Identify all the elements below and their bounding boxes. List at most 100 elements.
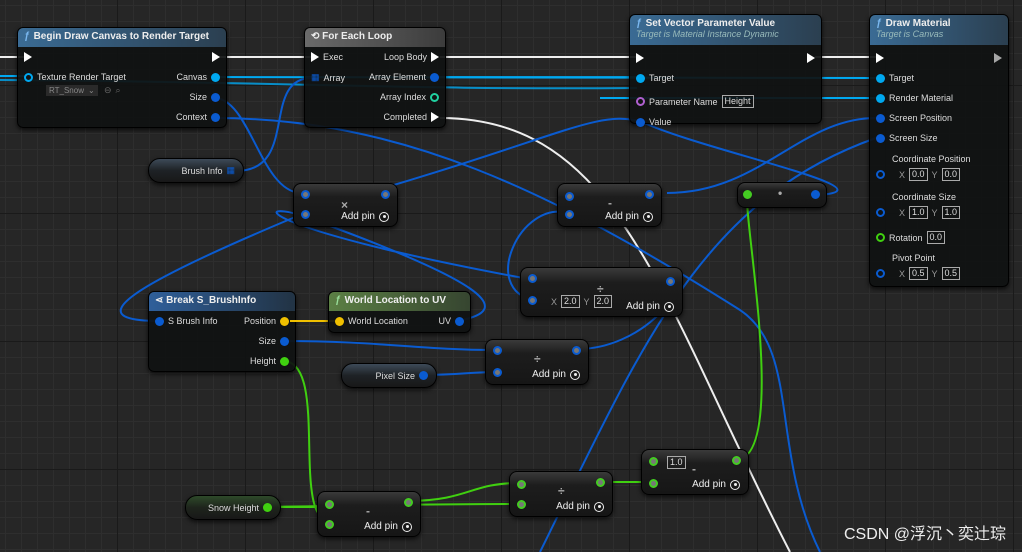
parameter-name-field[interactable]: Height	[721, 95, 754, 108]
pivot-point-pin[interactable]	[876, 269, 885, 278]
input-pin-a[interactable]	[493, 346, 502, 355]
add-pin-button[interactable]: Add pin	[341, 211, 389, 222]
exec-out-pin[interactable]	[994, 53, 1002, 63]
context-pin[interactable]	[211, 112, 220, 122]
pin-label: Rotation	[889, 232, 923, 243]
render-material-pin[interactable]	[876, 93, 885, 103]
size-pin[interactable]	[280, 336, 289, 346]
world-location-to-uv-node[interactable]: ƒ World Location to UV World Location UV	[328, 291, 471, 333]
screen-size-pin[interactable]	[876, 133, 885, 143]
snow-height-variable[interactable]: Snow Height	[185, 495, 281, 520]
exec-in-pin[interactable]	[311, 52, 319, 62]
array-index-pin[interactable]	[430, 92, 439, 102]
loop-body-pin[interactable]	[431, 52, 439, 62]
coord-pos-y-field[interactable]: 0.0	[941, 168, 961, 181]
world-location-pin[interactable]	[335, 316, 344, 326]
divide-vector-node[interactable]: ÷ X 2.0 Y 2.0 Add pin	[520, 267, 683, 317]
brush-info-pin[interactable]	[155, 316, 164, 326]
coordinate-size-pin[interactable]	[876, 208, 885, 217]
coordinate-position-pin[interactable]	[876, 170, 885, 179]
rotation-pin[interactable]	[876, 233, 885, 242]
input-pin-b[interactable]	[493, 368, 502, 377]
rotation-field[interactable]: 0.0	[926, 231, 946, 244]
input-pin-a[interactable]	[517, 480, 526, 489]
pivot-x-field[interactable]: 0.5	[909, 267, 928, 280]
divide-node[interactable]: ÷ Add pin	[485, 339, 589, 385]
dot-node[interactable]: •	[737, 182, 827, 208]
height-pin[interactable]	[280, 356, 289, 366]
array-element-pin[interactable]	[430, 72, 439, 82]
brush-info-variable[interactable]: Brush Info ▦	[148, 158, 244, 183]
input-pin-b[interactable]	[517, 500, 526, 509]
texture-pin[interactable]	[24, 72, 33, 82]
input-pin-a[interactable]	[301, 190, 310, 199]
input-pin-a[interactable]	[649, 457, 658, 466]
break-brushinfo-node[interactable]: ⋖ Break S_BrushInfo S Brush Info Positio…	[148, 291, 296, 372]
function-icon: ƒ	[876, 18, 882, 29]
begin-draw-canvas-node[interactable]: ƒ Begin Draw Canvas to Render Target Text…	[17, 27, 227, 128]
completed-pin[interactable]	[431, 112, 439, 122]
pixel-size-variable[interactable]: Pixel Size	[341, 363, 437, 388]
array-pin[interactable]: ▦	[311, 72, 320, 83]
output-pin[interactable]	[596, 478, 605, 487]
coord-size-y-field[interactable]: 1.0	[941, 206, 961, 219]
array-pin[interactable]: ▦	[226, 165, 235, 176]
set-vector-parameter-node[interactable]: ƒ Set Vector Parameter Value Target is Mat…	[629, 14, 822, 127]
divide-y-field[interactable]: 2.0	[593, 295, 613, 308]
exec-in-pin[interactable]	[876, 53, 884, 63]
coord-pos-x-field[interactable]: 0.0	[909, 168, 928, 181]
position-pin[interactable]	[280, 316, 289, 326]
texture-select[interactable]: RT_Snow ⌄	[46, 85, 98, 96]
subtract-node[interactable]: - Add pin	[557, 183, 662, 227]
output-pin[interactable]	[419, 371, 428, 380]
exec-in-pin[interactable]	[636, 53, 644, 63]
input-pin-b[interactable]	[325, 520, 334, 529]
output-pin[interactable]	[263, 503, 272, 512]
pin-label: Value	[649, 117, 672, 127]
output-pin[interactable]	[732, 456, 741, 465]
input-pin-a[interactable]	[565, 192, 574, 201]
draw-material-node[interactable]: ƒ Draw Material Target is Canvas Target Re…	[869, 14, 1009, 287]
divide-float-node[interactable]: ÷ Add pin	[509, 471, 613, 517]
input-pin[interactable]	[743, 190, 752, 199]
coord-size-x-field[interactable]: 1.0	[909, 206, 928, 219]
value-pin[interactable]	[636, 117, 645, 127]
subtract-float-node[interactable]: - Add pin	[317, 491, 421, 537]
output-pin[interactable]	[666, 277, 675, 286]
input-pin-b[interactable]	[649, 479, 658, 488]
constant-field[interactable]: 1.0	[667, 456, 686, 469]
target-pin[interactable]	[636, 73, 645, 83]
for-each-loop-node[interactable]: ⟲ For Each Loop Exec ▦ Array Loop Body Ar…	[304, 27, 446, 128]
exec-in-pin[interactable]	[24, 52, 32, 62]
input-pin-b[interactable]	[301, 210, 310, 219]
pivot-y-field[interactable]: 0.5	[941, 267, 961, 280]
output-pin[interactable]	[645, 190, 654, 199]
exec-out-pin[interactable]	[212, 52, 220, 62]
add-pin-button[interactable]: Add pin	[692, 479, 740, 490]
add-pin-button[interactable]: Add pin	[626, 301, 674, 312]
add-pin-button[interactable]: Add pin	[605, 211, 653, 222]
output-pin[interactable]	[404, 498, 413, 507]
search-icon[interactable]: ⌕	[116, 85, 121, 96]
input-pin-a[interactable]	[528, 274, 537, 283]
browse-icon[interactable]: ⊖	[104, 85, 112, 96]
input-pin-b[interactable]	[528, 296, 537, 305]
size-pin[interactable]	[211, 92, 220, 102]
canvas-pin[interactable]	[211, 72, 220, 82]
output-pin[interactable]	[572, 346, 581, 355]
multiply-node[interactable]: × Add pin	[293, 183, 398, 227]
exec-out-pin[interactable]	[807, 53, 815, 63]
output-pin[interactable]	[381, 190, 390, 199]
target-pin[interactable]	[876, 73, 885, 83]
parameter-name-pin[interactable]	[636, 97, 645, 106]
screen-position-pin[interactable]	[876, 113, 885, 123]
add-pin-button[interactable]: Add pin	[556, 501, 604, 512]
uv-pin[interactable]	[455, 316, 464, 326]
add-pin-button[interactable]: Add pin	[532, 369, 580, 380]
add-pin-button[interactable]: Add pin	[364, 521, 412, 532]
one-minus-node[interactable]: 1.0 - Add pin	[641, 449, 749, 495]
input-pin-a[interactable]	[325, 500, 334, 509]
input-pin-b[interactable]	[565, 210, 574, 219]
divide-x-field[interactable]: 2.0	[561, 295, 580, 308]
output-pin[interactable]	[811, 190, 820, 199]
